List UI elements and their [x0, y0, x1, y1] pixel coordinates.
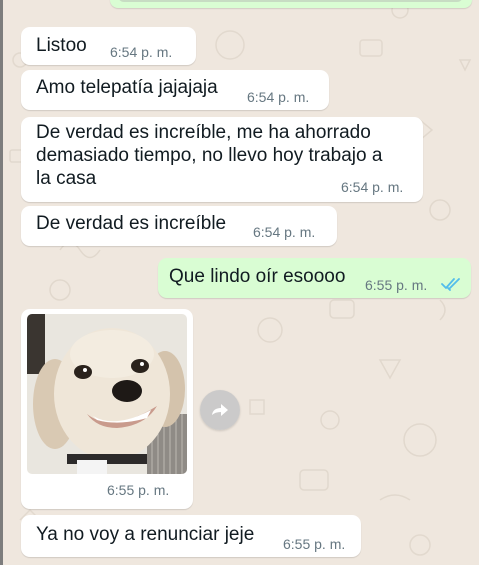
message-text: Listoo [36, 35, 87, 56]
message-time: 6:54 p. m. [110, 44, 173, 60]
previous-media-preview [118, 0, 463, 2]
message-text: De verdad es increíble [36, 213, 227, 234]
incoming-message[interactable]: De verdad es increíble 6:54 p. m. [21, 206, 337, 246]
message-time: 6:54 p. m. [341, 179, 404, 195]
forward-button[interactable] [200, 390, 240, 430]
incoming-message[interactable]: Amo telepatía jajajaja 6:54 p. m. [21, 70, 329, 110]
previous-message-bubble [110, 0, 472, 8]
dog-photo[interactable] [27, 314, 187, 474]
dog-photo-icon [27, 314, 187, 474]
message-time: 6:55 p. m. [283, 536, 346, 552]
incoming-message[interactable]: Ya no voy a renunciar jeje 6:55 p. m. [21, 515, 361, 557]
window-edge [0, 0, 3, 565]
message-text: Que lindo oír esoooo [169, 266, 346, 287]
message-text: Amo telepatía jajajaja [36, 77, 218, 98]
double-check-read-icon [441, 278, 460, 291]
message-time: 6:54 p. m. [253, 224, 316, 240]
outgoing-message[interactable]: Que lindo oír esoooo 6:55 p. m. [158, 258, 471, 298]
forward-icon [212, 404, 228, 416]
message-text: De verdad es increíble, me ha ahorrado d… [36, 122, 383, 189]
message-time: 6:55 p. m. [365, 277, 428, 293]
incoming-image-message[interactable]: 6:55 p. m. [21, 309, 193, 509]
message-time: 6:54 p. m. [247, 89, 310, 105]
message-time: 6:55 p. m. [107, 482, 170, 498]
incoming-message[interactable]: Listoo 6:54 p. m. [21, 27, 196, 65]
incoming-message[interactable]: De verdad es increíble, me ha ahorrado d… [21, 117, 423, 202]
message-text: Ya no voy a renunciar jeje [36, 524, 255, 545]
